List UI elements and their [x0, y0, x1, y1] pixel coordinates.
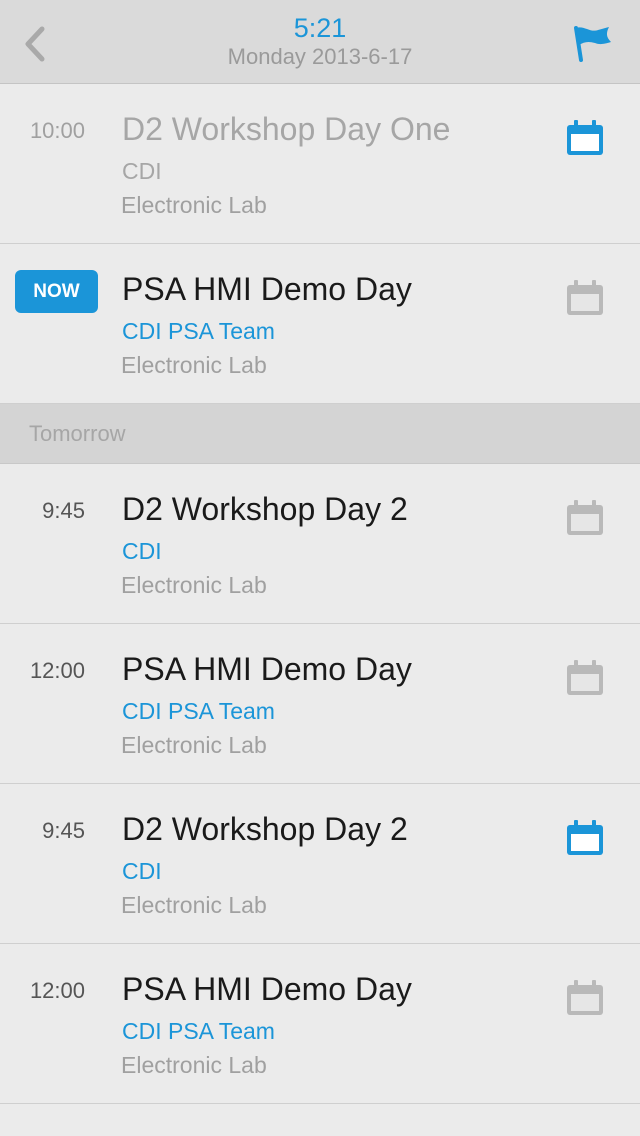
event-title: D2 Workshop Day 2 [122, 811, 408, 847]
header-time: 5:21 [293, 13, 347, 43]
event-organizer: CDI [122, 158, 162, 184]
event-row[interactable]: NOW PSA HMI Demo Day CDI PSA Team Electroni… [0, 244, 640, 404]
event-time: 12:00 [29, 978, 85, 1003]
event-title: D2 Workshop Day 2 [122, 491, 408, 527]
event-time: 12:00 [29, 658, 85, 683]
event-title: D2 Workshop Day One [122, 111, 451, 147]
flag-icon [574, 26, 611, 62]
event-organizer: CDI [122, 538, 162, 564]
event-title: PSA HMI Demo Day [122, 271, 412, 307]
event-organizer: CDI PSA Team [122, 318, 275, 344]
event-title: PSA HMI Demo Day [122, 651, 412, 687]
event-title: PSA HMI Demo Day [122, 971, 412, 1007]
event-location: Electronic Lab [121, 892, 267, 918]
calendar-icon[interactable] [564, 118, 606, 158]
section-label: Tomorrow [29, 421, 126, 446]
calendar-icon[interactable] [564, 278, 606, 318]
event-row[interactable]: 12:00 PSA HMI Demo Day CDI PSA Team Electro… [0, 624, 640, 784]
event-row[interactable]: 12:00 PSA HMI Demo Day CDI PSA Team Electro… [0, 944, 640, 1104]
event-row[interactable]: 9:45 D2 Workshop Day 2 CDI Electronic Lab [0, 464, 640, 624]
calendar-icon[interactable] [564, 658, 606, 698]
now-badge: NOW [15, 270, 98, 313]
event-location: Electronic Lab [121, 732, 267, 758]
calendar-icon[interactable] [564, 978, 606, 1018]
flag-button[interactable] [568, 22, 616, 66]
calendar-icon[interactable] [564, 498, 606, 538]
top-bar: 5:21 Monday 2013-6-17 [0, 0, 640, 84]
event-time: 9:45 [42, 498, 85, 523]
calendar-icon[interactable] [564, 818, 606, 858]
event-time: 10:00 [29, 118, 85, 143]
event-row[interactable]: 10:00 D2 Workshop Day One CDI Electronic La… [0, 84, 640, 244]
event-location: Electronic Lab [121, 1052, 267, 1078]
event-organizer: CDI PSA Team [122, 1018, 275, 1044]
event-row[interactable]: 9:45 D2 Workshop Day 2 CDI Electronic Lab [0, 784, 640, 944]
event-organizer: CDI PSA Team [122, 698, 275, 724]
event-organizer: CDI [122, 858, 162, 884]
event-time: 9:45 [42, 818, 85, 843]
section-header: Tomorrow [0, 404, 640, 464]
event-location: Electronic Lab [121, 352, 267, 378]
header-date: Monday 2013-6-17 [227, 44, 413, 69]
event-location: Electronic Lab [121, 572, 267, 598]
schedule-list: 10:00 D2 Workshop Day One CDI Electronic La… [0, 84, 640, 1104]
event-location: Electronic Lab [121, 192, 267, 218]
